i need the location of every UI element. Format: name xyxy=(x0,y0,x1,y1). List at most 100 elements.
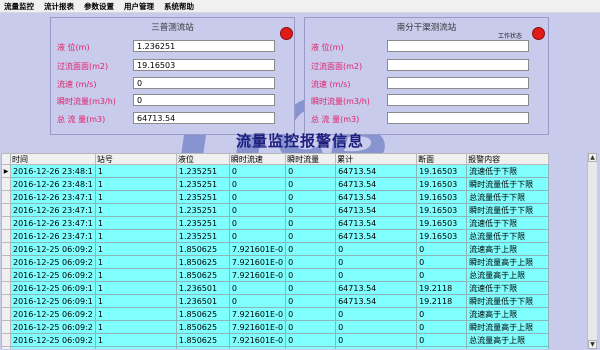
table-cell[interactable]: 0 xyxy=(228,281,287,295)
table-cell[interactable]: 总流量高于上限 xyxy=(466,268,550,282)
table-row[interactable]: 2016-12-25 06:09:2 1 1.850625 7.921601E-0 0 0… xyxy=(1,333,550,347)
row-indicator[interactable] xyxy=(1,333,11,347)
vertical-scrollbar[interactable]: ▲ ▼ xyxy=(587,153,597,349)
table-row[interactable]: 2016-12-25 06:09:2 1 1.850625 7.921601E-0 0 0… xyxy=(1,320,550,334)
column-header[interactable]: 累计 xyxy=(335,153,418,165)
table-cell[interactable]: 0 xyxy=(335,346,418,349)
table-row[interactable]: 2016-12-25 06:09:211.85257.921601E-0000流… xyxy=(1,346,550,349)
level-field[interactable]: 1.236251 xyxy=(133,40,275,52)
table-cell[interactable]: 0 xyxy=(228,229,287,243)
table-cell[interactable]: 0 xyxy=(228,216,287,230)
table-cell[interactable]: 19.16503 xyxy=(416,164,468,178)
table-cell[interactable]: 2016-12-25 06:09:2 xyxy=(10,255,96,269)
total-flow-field[interactable]: 64713.54 xyxy=(133,112,275,124)
table-cell[interactable]: 1.850625 xyxy=(175,255,230,269)
instant-flow-field[interactable] xyxy=(387,94,529,106)
table-cell[interactable]: 0 xyxy=(285,177,337,191)
table-cell[interactable]: 64713.54 xyxy=(335,216,418,230)
table-cell[interactable]: 2016-12-26 23:48:1 xyxy=(10,177,96,191)
column-header[interactable]: 液位 xyxy=(175,153,230,165)
table-cell[interactable]: 瞬时流量低于下限 xyxy=(466,294,550,308)
table-cell[interactable]: 19.16503 xyxy=(416,190,468,204)
table-row[interactable]: 2016-12-26 23:47:1 1 1.235251 0 0 64713.54 19.… xyxy=(1,216,550,230)
row-indicator[interactable] xyxy=(1,307,11,321)
table-cell[interactable]: 0 xyxy=(228,190,287,204)
table-cell[interactable]: 2016-12-25 06:09:1 xyxy=(10,281,96,295)
table-cell[interactable]: 0 xyxy=(416,320,468,334)
table-cell[interactable]: 1.235251 xyxy=(175,216,230,230)
table-cell[interactable]: 1 xyxy=(94,268,177,282)
table-cell[interactable]: 0 xyxy=(228,164,287,178)
table-cell[interactable]: 流速低于下限 xyxy=(466,216,550,230)
table-cell[interactable]: 1 xyxy=(94,320,177,334)
row-indicator[interactable] xyxy=(1,294,11,308)
table-cell[interactable]: 0 xyxy=(416,307,468,321)
instant-flow-field[interactable]: 0 xyxy=(133,94,275,106)
table-cell[interactable]: 1.235251 xyxy=(175,229,230,243)
table-cell[interactable]: 2016-12-25 06:09:2 xyxy=(10,346,96,349)
table-cell[interactable]: 0 xyxy=(228,294,287,308)
table-cell[interactable]: 0 xyxy=(285,216,337,230)
table-cell[interactable]: 0 xyxy=(335,320,418,334)
table-cell[interactable]: 瞬时流量低于下限 xyxy=(466,177,550,191)
table-row[interactable]: 2016-12-25 06:09:2 1 1.850625 7.921601E-0 0 0… xyxy=(1,255,550,269)
row-indicator[interactable] xyxy=(1,190,11,204)
row-indicator[interactable] xyxy=(1,229,11,243)
table-cell[interactable]: 1 xyxy=(94,255,177,269)
table-cell[interactable]: 0 xyxy=(335,242,418,256)
table-cell[interactable]: 7.921601E-0 xyxy=(228,255,287,269)
table-cell[interactable]: 1.236501 xyxy=(175,294,230,308)
table-cell[interactable]: 0 xyxy=(335,268,418,282)
table-cell[interactable]: 0 xyxy=(285,164,337,178)
table-cell[interactable]: 19.16503 xyxy=(416,216,468,230)
table-cell[interactable]: 1 xyxy=(94,203,177,217)
table-cell[interactable]: 1.850625 xyxy=(175,242,230,256)
column-header[interactable]: 瞬时流量 xyxy=(285,153,337,165)
table-row[interactable]: 2016-12-25 06:09:2 1 1.850625 7.921601E-0 0 0… xyxy=(1,268,550,282)
table-cell[interactable]: 64713.54 xyxy=(335,190,418,204)
table-cell[interactable]: 0 xyxy=(228,203,287,217)
table-cell[interactable]: 0 xyxy=(285,268,337,282)
table-cell[interactable]: 1.850625 xyxy=(175,320,230,334)
table-cell[interactable]: 64713.54 xyxy=(335,294,418,308)
scroll-down-icon[interactable]: ▼ xyxy=(588,340,597,349)
menu-user-management[interactable]: 用户管理 xyxy=(124,1,154,12)
row-indicator[interactable] xyxy=(1,255,11,269)
table-cell[interactable]: 0 xyxy=(285,346,337,349)
table-cell[interactable]: 流速低于下限 xyxy=(466,164,550,178)
table-cell[interactable]: 7.921601E-0 xyxy=(228,320,287,334)
table-cell[interactable]: 0 xyxy=(285,242,337,256)
cross-section-field[interactable] xyxy=(387,59,529,71)
scroll-up-icon[interactable]: ▲ xyxy=(588,153,597,162)
column-header[interactable]: 时间 xyxy=(10,153,96,165)
table-cell[interactable]: 2016-12-25 06:09:2 xyxy=(10,307,96,321)
table-cell[interactable]: 1.236501 xyxy=(175,281,230,295)
velocity-field[interactable] xyxy=(387,77,529,89)
table-cell[interactable]: 瞬时流量高于上限 xyxy=(466,320,550,334)
row-selector-icon[interactable]: ▶ xyxy=(1,164,11,178)
table-cell[interactable]: 0 xyxy=(416,333,468,347)
table-cell[interactable]: 流速高于上限 xyxy=(466,242,550,256)
table-cell[interactable]: 64713.54 xyxy=(335,281,418,295)
table-row[interactable]: 2016-12-26 23:48:1 1 1.235251 0 0 64713.54 19.… xyxy=(1,177,550,191)
menu-parameter-settings[interactable]: 参数设置 xyxy=(84,1,114,12)
table-cell[interactable]: 1 xyxy=(94,333,177,347)
table-cell[interactable]: 0 xyxy=(285,320,337,334)
level-field[interactable] xyxy=(387,40,529,52)
table-cell[interactable]: 1 xyxy=(94,281,177,295)
row-indicator[interactable] xyxy=(1,268,11,282)
table-row[interactable]: 2016-12-26 23:47:1 1 1.235251 0 0 64713.54 19.… xyxy=(1,203,550,217)
table-cell[interactable]: 0 xyxy=(335,333,418,347)
table-row[interactable]: 2016-12-26 23:47:1 1 1.235251 0 0 64713.54 19.… xyxy=(1,229,550,243)
total-flow-field[interactable] xyxy=(387,112,529,124)
table-cell[interactable]: 7.921601E-0 xyxy=(228,268,287,282)
table-cell[interactable]: 2016-12-25 06:09:2 xyxy=(10,320,96,334)
table-cell[interactable]: 19.16503 xyxy=(416,229,468,243)
table-row[interactable]: 2016-12-25 06:09:1 1 1.236501 0 0 64713.54 19.… xyxy=(1,294,550,308)
table-row[interactable]: 2016-12-25 06:09:1 1 1.236501 0 0 64713.54 19.… xyxy=(1,281,550,295)
table-cell[interactable]: 2016-12-26 23:47:1 xyxy=(10,229,96,243)
table-cell[interactable]: 总流量高于上限 xyxy=(466,333,550,347)
table-cell[interactable]: 1 xyxy=(94,216,177,230)
table-cell[interactable]: 64713.54 xyxy=(335,229,418,243)
table-cell[interactable]: 0 xyxy=(285,229,337,243)
